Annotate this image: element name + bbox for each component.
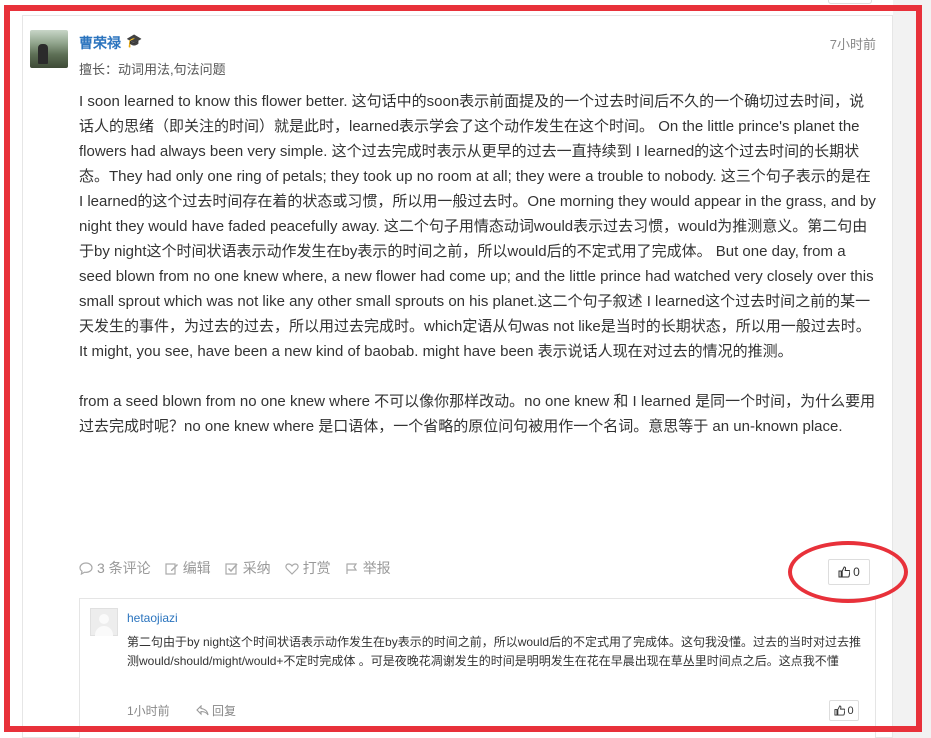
reply-time: 1小时前 (127, 704, 170, 718)
right-gutter (893, 0, 931, 738)
author-name[interactable]: 曹荣禄 (79, 33, 121, 53)
report-label: 举报 (362, 560, 391, 576)
check-square-icon (225, 562, 238, 575)
graduation-cap-icon: 🎓 (126, 33, 143, 48)
post-time: 7小时前 (829, 37, 876, 52)
edit-label: 编辑 (182, 560, 211, 576)
answer-body: I soon learned to know this flower bette… (79, 89, 879, 439)
comments-button[interactable]: 3 条评论 (79, 558, 151, 578)
report-button[interactable]: 举报 (345, 558, 391, 578)
comments-label: 3 条评论 (97, 560, 151, 576)
reply-like-button[interactable]: 0 (829, 700, 859, 721)
reply-username[interactable]: hetaojiazi (127, 611, 178, 625)
thumbs-up-icon (834, 705, 846, 716)
answer-actions: 3 条评论 编辑 采纳 打赏 举报 (79, 558, 391, 578)
heart-icon (285, 562, 299, 575)
adopt-label: 采纳 (242, 560, 271, 576)
reply-button[interactable]: 回复 (196, 702, 236, 719)
tip-button[interactable]: 打赏 (285, 558, 331, 578)
answer-paragraph: from a seed blown from no one knew where… (79, 393, 876, 435)
comment-icon (79, 561, 93, 575)
reply-like-count: 0 (847, 704, 854, 717)
answer-paragraph: I soon learned to know this flower bette… (79, 93, 876, 360)
flag-icon (346, 562, 357, 574)
thumbs-up-icon (838, 566, 851, 578)
edit-icon (165, 562, 178, 575)
tip-label: 打赏 (302, 560, 331, 576)
reply-text: 第二句由于by night这个时间状语表示动作发生在by表示的时间之前，所以wo… (127, 635, 862, 668)
reply-avatar[interactable] (90, 608, 118, 636)
like-button[interactable]: 0 (828, 559, 870, 585)
adopt-button[interactable]: 采纳 (225, 558, 271, 578)
reply-label: 回复 (212, 704, 237, 718)
like-count: 0 (853, 565, 860, 579)
previous-like-button-edge (828, 0, 872, 4)
edit-button[interactable]: 编辑 (165, 558, 211, 578)
reply-arrow-icon (196, 705, 209, 716)
author-specialty: 擅长：动词用法,句法问题 (79, 62, 226, 77)
author-avatar[interactable] (30, 30, 68, 68)
